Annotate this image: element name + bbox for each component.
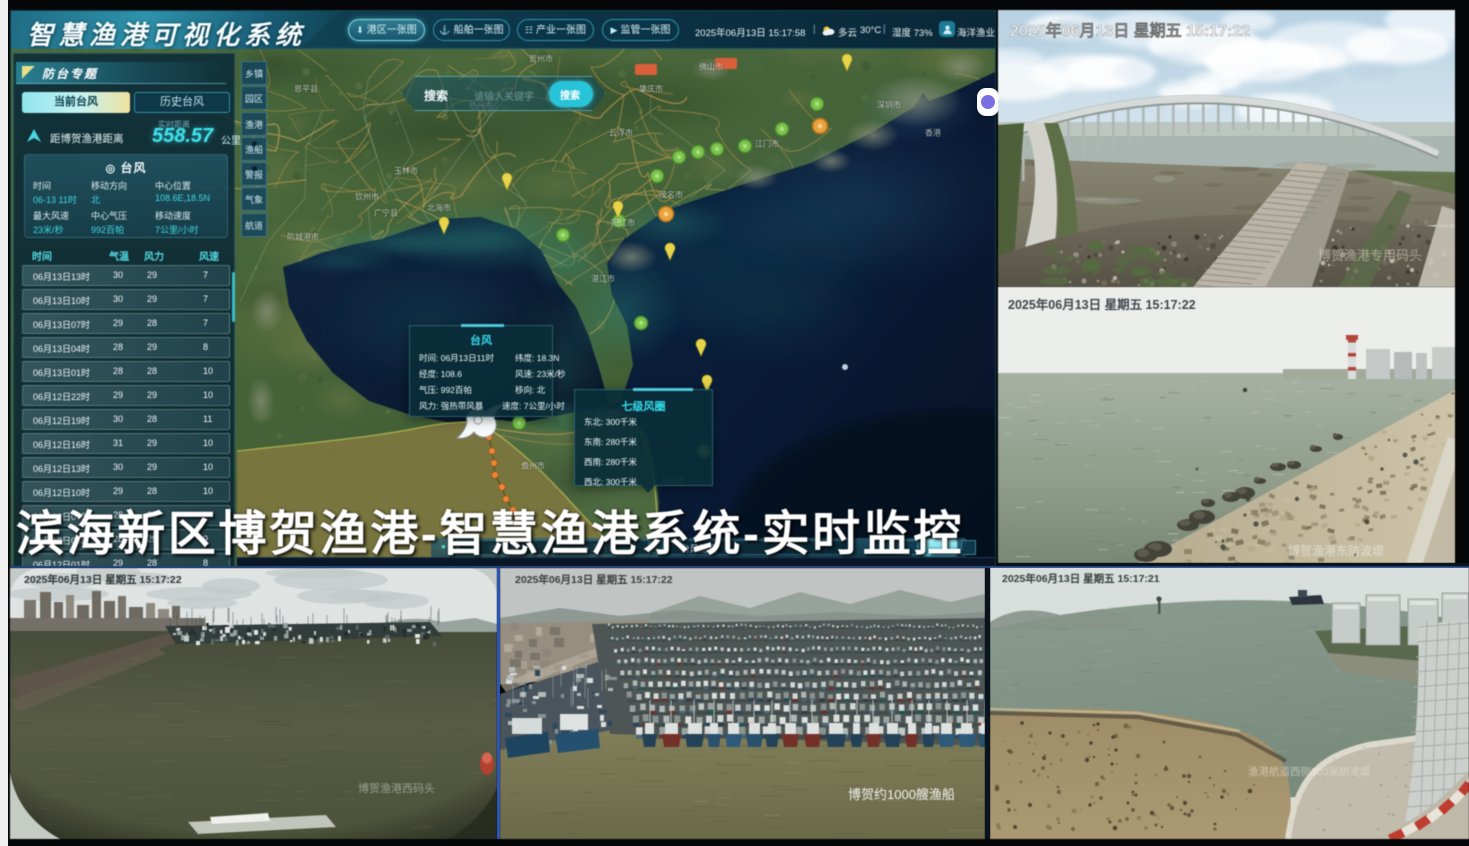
svg-text:博贺约1000艘渔船: 博贺约1000艘渔船 (848, 787, 955, 802)
svg-text:2025年06月13日 星期五 15:17:22: 2025年06月13日 星期五 15:17:22 (515, 573, 673, 586)
svg-text:渔港航道西侧200米防波堤: 渔港航道西侧200米防波堤 (1248, 765, 1371, 778)
svg-text:2025年06月13日 星期五 15:17:22: 2025年06月13日 星期五 15:17:22 (1010, 21, 1250, 40)
svg-text:2025年06月13日 星期五 15:17:22: 2025年06月13日 星期五 15:17:22 (24, 573, 182, 586)
svg-text:2025年06月13日 星期五 15:17:22: 2025年06月13日 星期五 15:17:22 (1008, 297, 1196, 312)
svg-text:博贺渔港西码头: 博贺渔港西码头 (358, 782, 435, 795)
svg-text:2025年06月13日 星期五 15:17:21: 2025年06月13日 星期五 15:17:21 (1002, 572, 1160, 585)
svg-text:博贺渔港东防波堤: 博贺渔港东防波堤 (1288, 543, 1384, 558)
svg-text:博贺渔港专用码头: 博贺渔港专用码头 (1318, 248, 1422, 263)
